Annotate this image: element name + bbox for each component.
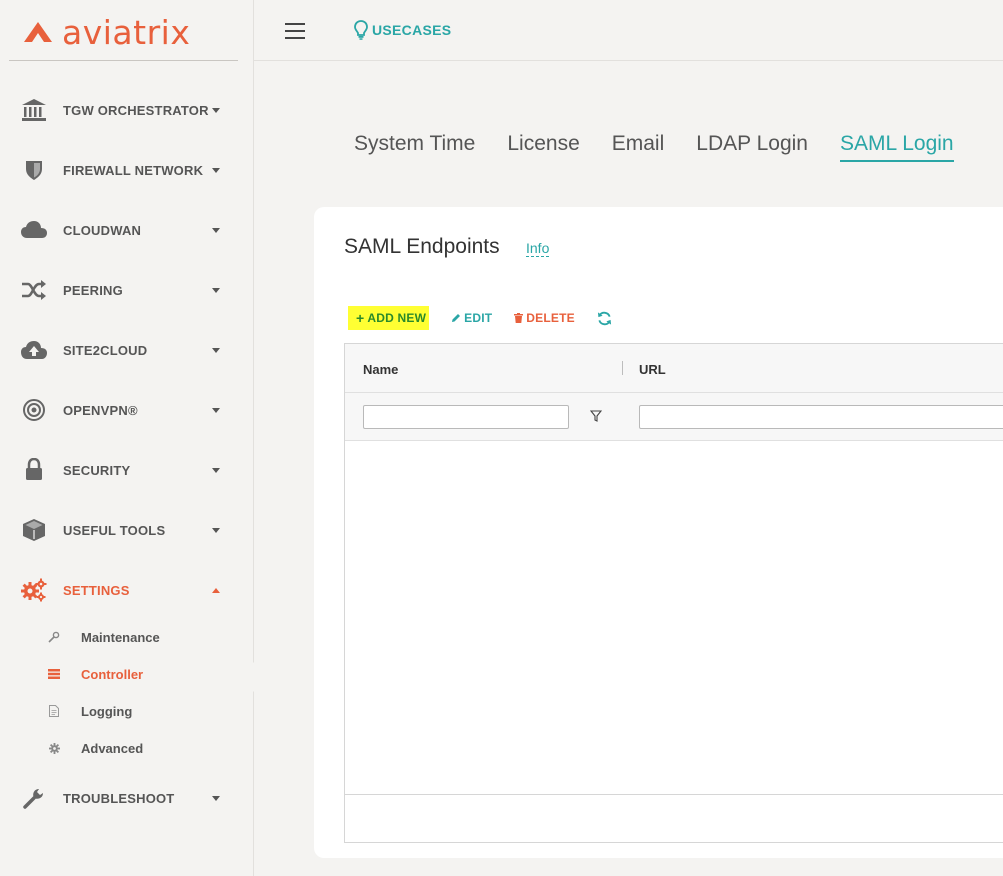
sidebar-item-openvpn[interactable]: OPENVPN®: [0, 390, 254, 430]
pencil-icon: [452, 314, 461, 322]
filter-icon[interactable]: [590, 410, 602, 422]
file-icon: [46, 703, 62, 719]
grid-footer: [345, 794, 1003, 842]
sidebar-item-label: CLOUDWAN: [63, 222, 142, 238]
chevron-down-icon: [212, 407, 220, 413]
sidebar-subitem-logging[interactable]: Logging: [0, 696, 254, 726]
hamburger-icon[interactable]: [285, 23, 305, 39]
url-filter-input[interactable]: [639, 405, 1003, 429]
chevron-down-icon: [212, 347, 220, 353]
lightbulb-icon: [354, 20, 368, 40]
sidebar-item-label: SITE2CLOUD: [63, 342, 148, 358]
sidebar-item-label: PEERING: [63, 282, 123, 298]
bank-icon: [20, 96, 48, 124]
sidebar-subitem-advanced[interactable]: Advanced: [0, 733, 254, 763]
usecases-link[interactable]: USECASES: [354, 20, 451, 40]
grid-header: Name URL: [345, 344, 1003, 393]
chevron-down-icon: [212, 227, 220, 233]
refresh-button[interactable]: [597, 311, 612, 326]
chevron-down-icon: [212, 167, 220, 173]
target-icon: [20, 396, 48, 424]
sidebar-item-label: USEFUL TOOLS: [63, 522, 166, 538]
gear-icon: [46, 740, 62, 756]
sidebar-item-label: SETTINGS: [63, 582, 130, 598]
cube-icon: [20, 516, 48, 544]
server-icon: [46, 666, 62, 682]
aviatrix-logo[interactable]: aviatrix: [22, 12, 191, 52]
column-separator[interactable]: [622, 361, 623, 375]
sidebar-subitem-label: Logging: [81, 703, 133, 719]
grid-filter-row: [345, 393, 1003, 441]
chevron-down-icon: [212, 287, 220, 293]
delete-button[interactable]: DELETE: [514, 311, 575, 325]
active-item-notch: [239, 661, 255, 693]
sidebar-item-label: TGW ORCHESTRATOR: [63, 102, 209, 118]
chevron-down-icon: [212, 107, 220, 113]
tab-saml-login[interactable]: SAML Login: [839, 132, 954, 162]
trash-icon: [514, 313, 524, 323]
plus-icon: +: [356, 310, 365, 326]
column-header-url[interactable]: URL: [639, 362, 666, 377]
shuffle-icon: [20, 276, 48, 304]
sidebar-item-site2cloud[interactable]: SITE2CLOUD: [0, 330, 254, 370]
chevron-up-icon: [212, 587, 220, 593]
sidebar-subitem-controller[interactable]: Controller: [0, 659, 254, 689]
sidebar-subitem-maintenance[interactable]: Maintenance: [0, 622, 254, 652]
tab-email[interactable]: Email: [612, 132, 665, 162]
tab-system-time[interactable]: System Time: [354, 132, 475, 162]
sidebar-item-cloudwan[interactable]: CLOUDWAN: [0, 210, 254, 250]
sidebar-item-firewall-network[interactable]: FIREWALL NETWORK: [0, 150, 254, 190]
saml-endpoints-card: SAML Endpoints Info + ADD NEW EDIT DELET…: [314, 207, 1003, 858]
grid-toolbar: + ADD NEW EDIT DELETE: [348, 305, 634, 331]
sidebar: aviatrix TGW ORCHESTRATOR FIREWALL NETWO…: [0, 0, 254, 876]
sidebar-item-settings[interactable]: SETTINGS: [0, 570, 254, 610]
topbar: USECASES: [254, 0, 1003, 61]
settings-tabs: System Time License Email LDAP Login SAM…: [354, 132, 986, 162]
shield-icon: [20, 156, 48, 184]
cloud-icon: [20, 216, 48, 244]
sidebar-item-troubleshoot[interactable]: TROUBLESHOOT: [0, 778, 254, 818]
tab-ldap-login[interactable]: LDAP Login: [696, 132, 808, 162]
lock-icon: [20, 456, 48, 484]
chevron-down-icon: [212, 795, 220, 801]
edit-label: EDIT: [464, 311, 493, 325]
aviatrix-logo-icon: [24, 22, 52, 42]
brand-name: aviatrix: [62, 12, 191, 52]
tab-license[interactable]: License: [507, 132, 579, 162]
column-header-name[interactable]: Name: [363, 362, 398, 377]
chevron-down-icon: [212, 467, 220, 473]
sidebar-item-peering[interactable]: PEERING: [0, 270, 254, 310]
sidebar-item-security[interactable]: SECURITY: [0, 450, 254, 490]
cloud-upload-icon: [20, 336, 48, 364]
grid-body: [345, 441, 1003, 794]
saml-endpoints-grid: Name URL: [344, 343, 1003, 843]
usecases-label: USECASES: [372, 22, 452, 38]
gears-icon: [20, 576, 48, 604]
wrench-small-icon: [46, 629, 62, 645]
delete-label: DELETE: [526, 311, 575, 325]
sidebar-item-label: FIREWALL NETWORK: [63, 162, 204, 178]
refresh-icon: [597, 311, 611, 325]
sidebar-item-useful-tools[interactable]: USEFUL TOOLS: [0, 510, 254, 550]
add-new-label: ADD NEW: [367, 311, 427, 325]
sidebar-subitem-label: Maintenance: [81, 629, 160, 645]
sidebar-subitem-label: Controller: [81, 666, 144, 682]
sidebar-item-label: SECURITY: [63, 462, 131, 478]
sidebar-item-label: OPENVPN®: [63, 402, 138, 418]
name-filter-input[interactable]: [363, 405, 569, 429]
info-link[interactable]: Info: [526, 240, 550, 257]
add-new-button[interactable]: + ADD NEW: [348, 306, 430, 330]
sidebar-subitem-label: Advanced: [81, 740, 144, 756]
chevron-down-icon: [212, 527, 220, 533]
wrench-icon: [20, 784, 48, 812]
sidebar-item-label: TROUBLESHOOT: [63, 790, 175, 806]
logo-divider: [9, 60, 238, 61]
sidebar-item-tgw-orchestrator[interactable]: TGW ORCHESTRATOR: [0, 90, 254, 130]
edit-button[interactable]: EDIT: [451, 311, 492, 325]
card-title: SAML Endpoints: [344, 235, 500, 258]
